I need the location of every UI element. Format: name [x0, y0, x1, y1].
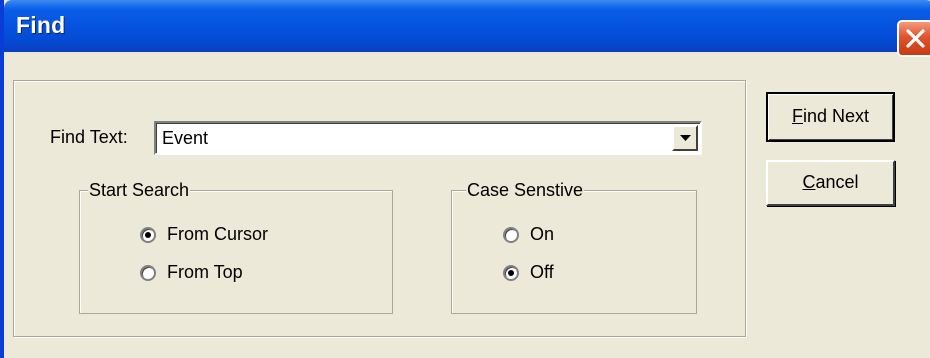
find-text-input[interactable]: Event: [162, 128, 208, 149]
find-text-dropdown-button[interactable]: [672, 125, 698, 151]
radio-case-on[interactable]: On: [503, 224, 554, 245]
close-button[interactable]: [897, 20, 930, 57]
cancel-mnemonic: C: [802, 172, 816, 192]
radio-from-top-indicator[interactable]: [140, 264, 156, 281]
radio-case-off[interactable]: Off: [503, 262, 554, 283]
radio-from-top[interactable]: From Top: [140, 262, 243, 283]
radio-case-on-indicator[interactable]: [503, 226, 519, 243]
find-next-label: ind Next: [802, 106, 870, 126]
find-dialog: Find Find Text: Event Start Search From …: [0, 0, 930, 358]
start-search-group: Start Search: [79, 180, 393, 314]
cancel-label: ancel: [815, 172, 859, 192]
find-next-mnemonic: F: [791, 106, 803, 126]
radio-case-off-label: Off: [530, 262, 554, 282]
radio-from-cursor-indicator[interactable]: [140, 226, 156, 243]
radio-from-cursor[interactable]: From Cursor: [140, 224, 268, 245]
radio-from-top-label: From Top: [167, 262, 243, 282]
start-search-legend: Start Search: [88, 180, 191, 200]
cancel-button[interactable]: Cancel: [766, 160, 895, 206]
title-bar[interactable]: Find: [4, 0, 930, 57]
find-text-label: Find Text:: [50, 127, 128, 147]
chevron-down-icon: [680, 135, 691, 141]
window-title: Find: [16, 12, 66, 38]
radio-case-on-label: On: [530, 224, 555, 244]
close-icon: [906, 29, 925, 48]
case-sensitive-group: Case Senstive: [451, 180, 697, 314]
radio-from-cursor-label: From Cursor: [167, 224, 269, 244]
case-sensitive-legend: Case Senstive: [466, 180, 585, 200]
find-next-button[interactable]: Find Next: [766, 92, 895, 142]
radio-case-off-indicator[interactable]: [503, 264, 519, 281]
find-text-combobox[interactable]: Event: [154, 121, 702, 155]
